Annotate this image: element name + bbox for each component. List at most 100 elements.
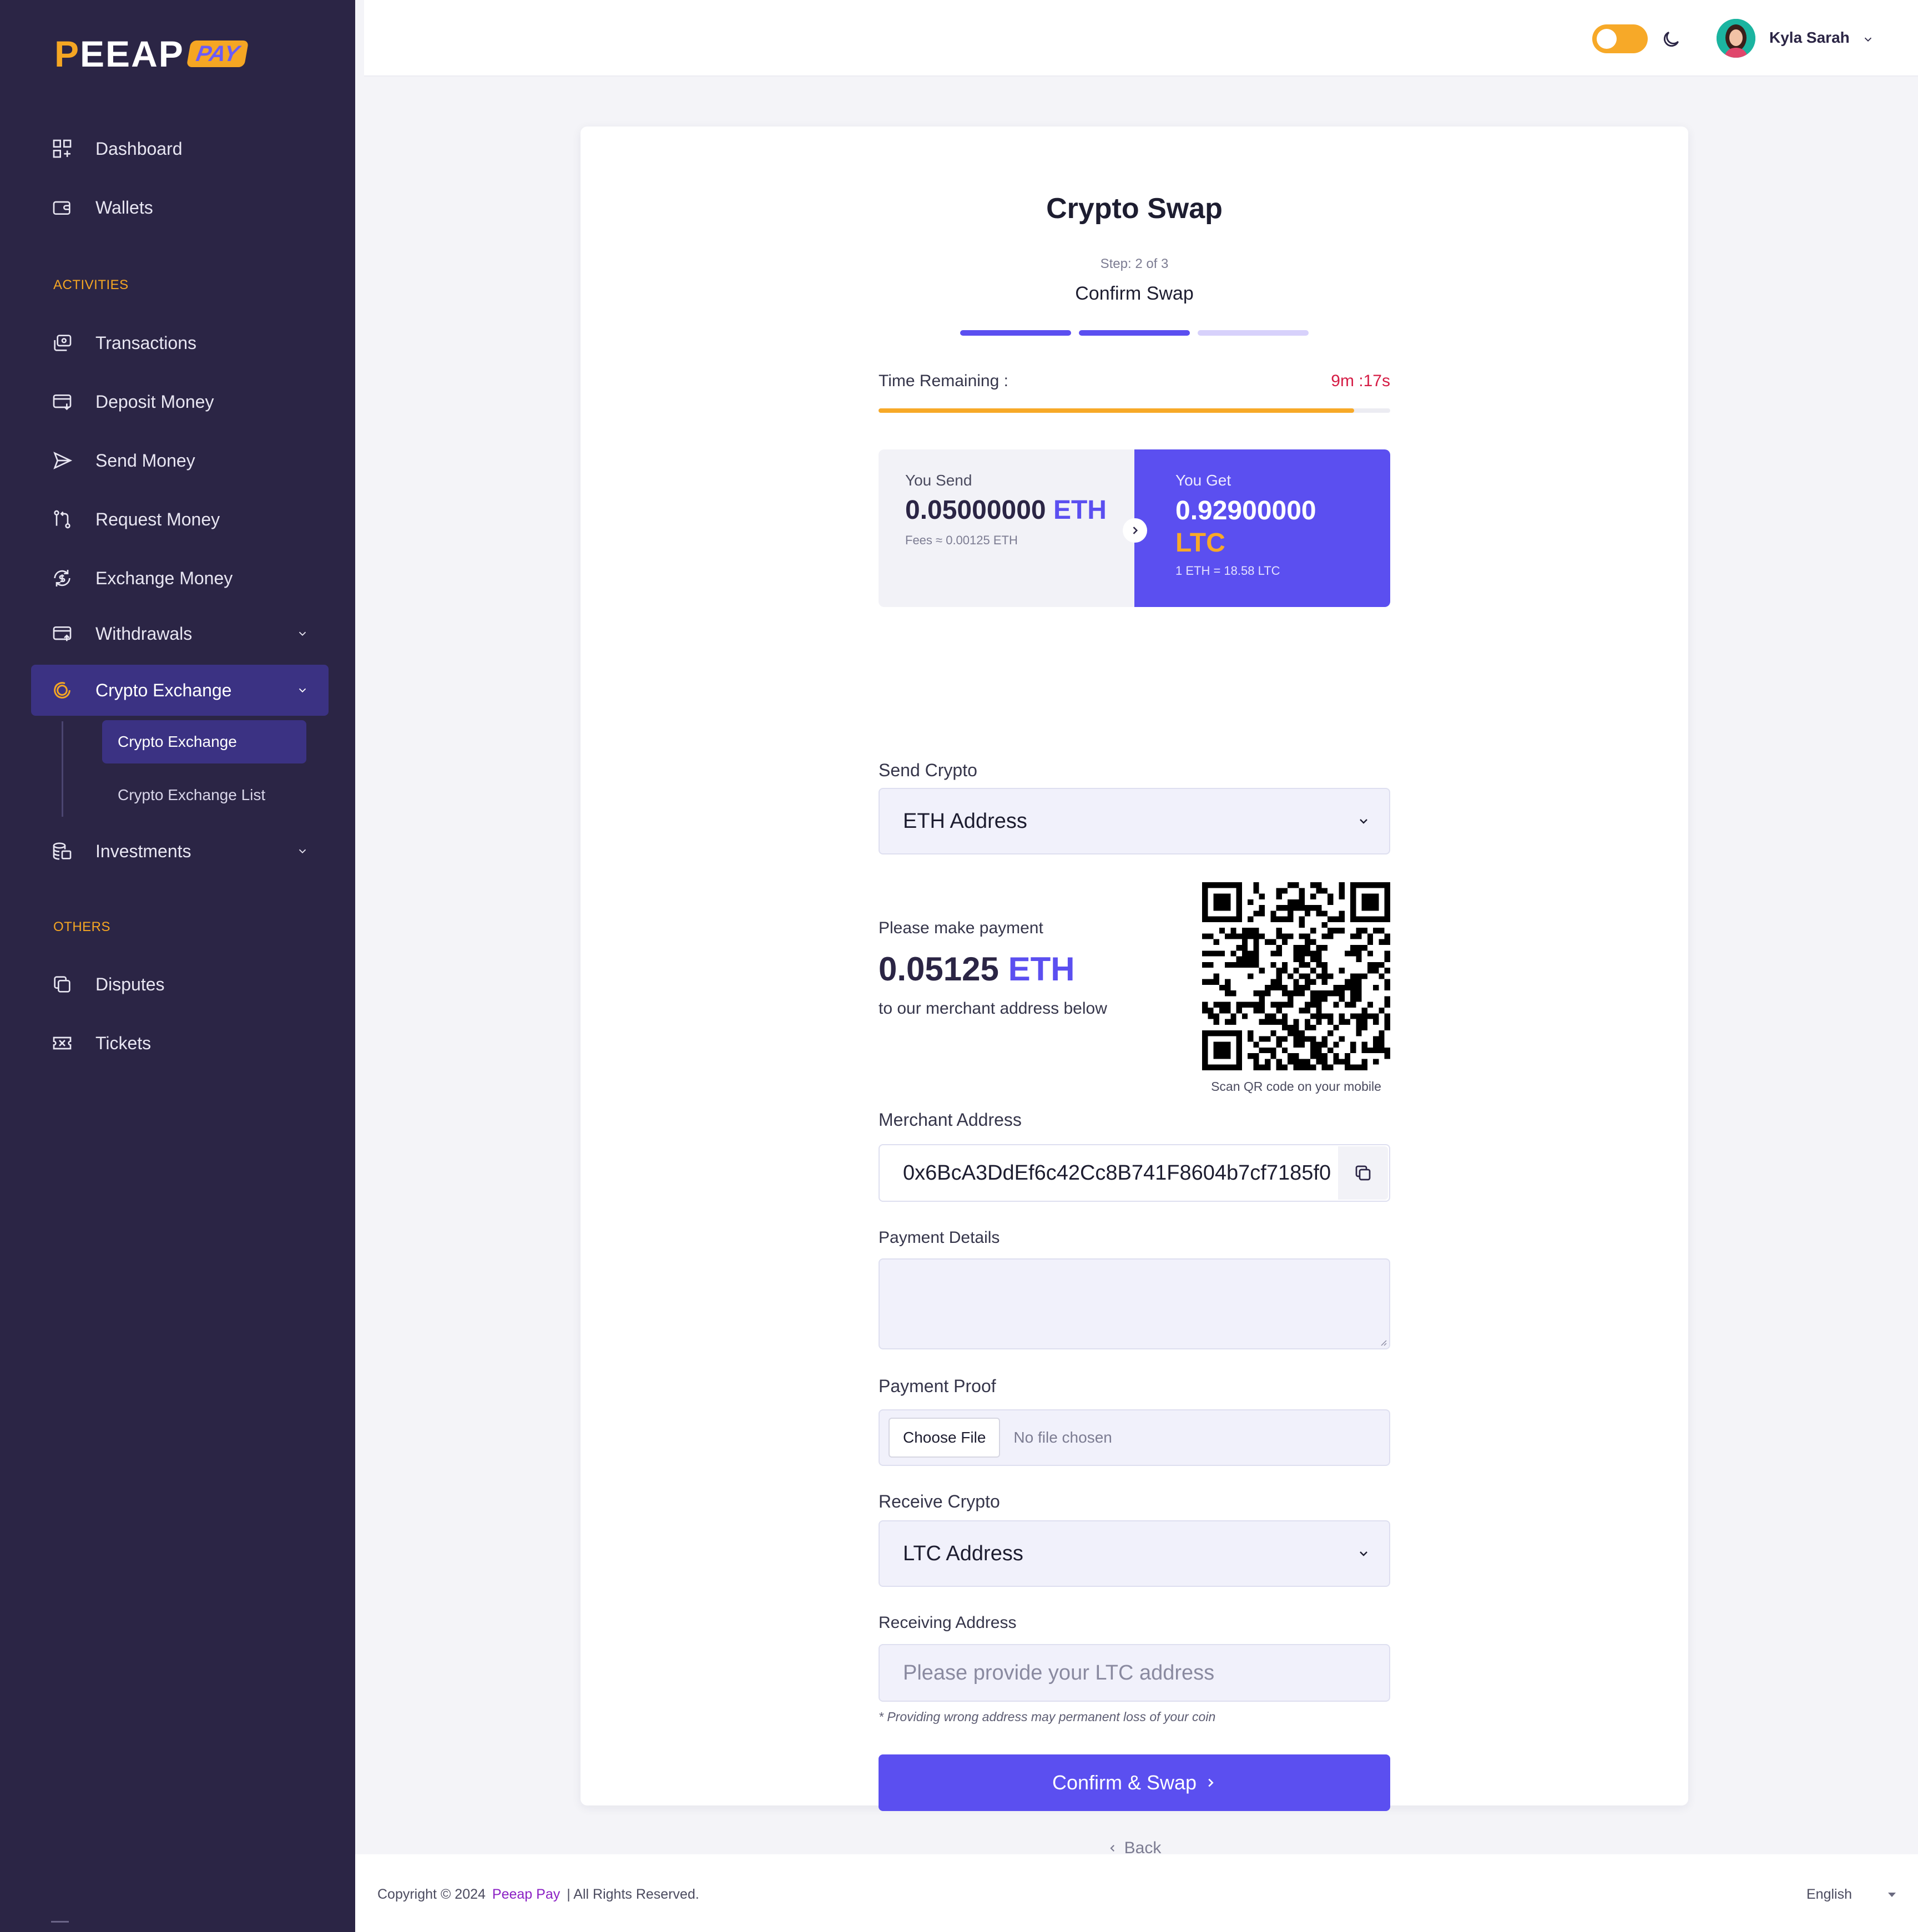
sidebar-subitem-crypto-exchange[interactable]: Crypto Exchange	[102, 720, 306, 763]
crypto-swap-card: Crypto Swap Step: 2 of 3 Confirm Swap Ti…	[581, 127, 1688, 1857]
theme-toggle[interactable]	[1592, 24, 1648, 53]
swap-form: Crypto Swap Step: 2 of 3 Confirm Swap Ti…	[879, 127, 1390, 1857]
sidebar-item-label: Crypto Exchange	[95, 680, 232, 700]
avatar[interactable]	[1717, 19, 1755, 58]
send-currency: ETH	[1053, 495, 1107, 525]
payment-details-textarea[interactable]	[879, 1258, 1390, 1349]
crypto-icon	[51, 679, 73, 701]
receiving-address-input[interactable]: Please provide your LTC address	[879, 1644, 1390, 1702]
page-title: Crypto Swap	[1046, 193, 1223, 225]
sidebar: PEEAP PAY Dashboard Wallets ACTIVITIES T…	[0, 0, 355, 1932]
top-header: Kyla Sarah	[364, 0, 1918, 77]
logo-pay-badge: PAY	[186, 41, 249, 67]
submenu-line	[62, 721, 63, 817]
merchant-address-field[interactable]: 0x6BcA3DdEf6c42Cc8B741F8604b7cf7185f0	[879, 1144, 1390, 1202]
footer-copyright: Copyright © 2024 Peeap Pay | All Rights Re…	[377, 1887, 699, 1903]
send-amount: 0.05000000 ETH	[905, 495, 1134, 525]
copy-icon	[1355, 1165, 1371, 1181]
choose-file-button[interactable]: Choose File	[889, 1418, 1001, 1458]
fees-note: Fees ≈ 0.00125 ETH	[905, 533, 1018, 547]
step-indicator-text: Step: 2 of 3	[1100, 256, 1169, 271]
avatar-image	[1717, 19, 1755, 58]
swap-summary: You Send 0.05000000 ETH Fees ≈ 0.00125 E…	[879, 449, 1390, 607]
step-bar	[960, 330, 1071, 336]
moon-icon[interactable]	[1660, 29, 1682, 50]
sidebar-item-label: Dashboard	[95, 138, 183, 159]
payment-line: Please make payment	[879, 919, 1043, 937]
swap-arrow	[1123, 518, 1147, 543]
sidebar-item-label: Request Money	[95, 509, 220, 529]
step-progress	[960, 330, 1309, 336]
sidebar-item-label: Deposit Money	[95, 391, 214, 412]
language-select[interactable]: English	[1806, 1887, 1852, 1903]
sidebar-item-disputes[interactable]: Disputes	[31, 959, 329, 1010]
confirm-swap-label: Confirm & Swap	[1052, 1771, 1197, 1794]
chevron-down-icon	[299, 631, 306, 636]
sidebar-collapse-handle[interactable]	[51, 1921, 69, 1923]
merchant-address-value: 0x6BcA3DdEf6c42Cc8B741F8604b7cf7185f0	[903, 1161, 1331, 1185]
deposit-icon	[51, 391, 73, 413]
sidebar-item-label: Exchange Money	[95, 568, 233, 588]
send-crypto-value: ETH Address	[903, 809, 1027, 833]
payment-currency: ETH	[1008, 950, 1075, 988]
rights-text: | All Rights Reserved.	[567, 1887, 699, 1902]
sidebar-item-wallets[interactable]: Wallets	[31, 182, 329, 233]
caret-down-icon[interactable]	[1887, 1891, 1897, 1899]
send-amount-value: 0.05000000	[905, 495, 1046, 525]
sidebar-item-label: Tickets	[95, 1033, 152, 1053]
footer: Copyright © 2024 Peeap Pay | All Rights Re…	[355, 1854, 1918, 1932]
sidebar-item-request-money[interactable]: Request Money	[31, 494, 329, 545]
payment-instructions: Please make payment 0.05125 ETH to our m…	[879, 919, 1156, 1018]
payment-proof-input[interactable]: Choose File No file chosen	[879, 1409, 1390, 1466]
receive-crypto-select[interactable]: LTC Address	[879, 1520, 1390, 1587]
copy-button[interactable]	[1338, 1146, 1388, 1200]
time-remaining-value: 9m :17s	[1331, 372, 1390, 390]
step-bar	[1198, 330, 1309, 336]
resize-grip-icon[interactable]	[1378, 1337, 1387, 1346]
copyright-text: Copyright © 2024	[377, 1887, 486, 1902]
chevron-down-icon	[1360, 1551, 1367, 1556]
step-bar	[1079, 330, 1190, 336]
sidebar-item-dashboard[interactable]: Dashboard	[31, 123, 329, 174]
tickets-icon	[51, 1032, 73, 1054]
get-amount-value: 0.92900000	[1175, 496, 1316, 525]
sidebar-item-tickets[interactable]: Tickets	[31, 1018, 329, 1069]
section-others-heading: OTHERS	[53, 919, 111, 934]
chevron-down-icon[interactable]	[1862, 33, 1874, 45]
you-send-label: You Send	[905, 472, 972, 489]
time-remaining-label: Time Remaining :	[879, 372, 1008, 390]
you-send-panel: You Send 0.05000000 ETH Fees ≈ 0.00125 E…	[879, 449, 1134, 607]
sidebar-subitem-crypto-exchange-list[interactable]: Crypto Exchange List	[102, 773, 306, 817]
you-get-label: You Get	[1175, 472, 1231, 489]
sidebar-item-exchange-money[interactable]: Exchange Money	[31, 553, 329, 604]
sidebar-item-label: Transactions	[95, 332, 196, 353]
wallet-icon	[51, 196, 73, 219]
logo-text-rest: EEAP	[80, 33, 184, 74]
footer-brand-link[interactable]: Peeap Pay	[492, 1887, 560, 1902]
disputes-icon	[51, 973, 73, 995]
address-warning: * Providing wrong address may permanent …	[879, 1710, 1216, 1724]
send-icon	[51, 449, 73, 472]
send-crypto-select[interactable]: ETH Address	[879, 788, 1390, 854]
sidebar-item-transactions[interactable]: Transactions	[31, 317, 329, 368]
you-get-panel: You Get 0.92900000 LTC 1 ETH = 18.58 LTC	[1134, 449, 1390, 607]
sidebar-item-send-money[interactable]: Send Money	[31, 435, 329, 486]
chevron-down-icon	[1360, 819, 1367, 824]
confirm-swap-button[interactable]: Confirm & Swap	[879, 1754, 1390, 1811]
payment-details-label: Payment Details	[879, 1228, 1000, 1247]
payment-note: to our merchant address below	[879, 999, 1107, 1018]
merchant-address-label: Merchant Address	[879, 1110, 1022, 1130]
user-name[interactable]: Kyla Sarah	[1769, 29, 1850, 47]
chevron-right-icon	[1208, 1778, 1214, 1787]
sidebar-item-deposit-money[interactable]: Deposit Money	[31, 376, 329, 427]
payment-proof-label: Payment Proof	[879, 1376, 996, 1396]
receive-crypto-value: LTC Address	[903, 1541, 1023, 1565]
qr-caption: Scan QR code on your mobile	[1211, 1079, 1381, 1094]
brand-logo[interactable]: PEEAP PAY	[54, 33, 249, 74]
sidebar-item-label: Withdrawals	[95, 623, 193, 644]
file-status: No file chosen	[1013, 1429, 1112, 1446]
sidebar-item-investments[interactable]: Investments	[31, 826, 329, 877]
sidebar-item-label: Investments	[95, 841, 191, 861]
sidebar-item-crypto-exchange[interactable]: Crypto Exchange	[31, 665, 329, 716]
sidebar-item-withdrawals[interactable]: Withdrawals	[31, 608, 329, 659]
